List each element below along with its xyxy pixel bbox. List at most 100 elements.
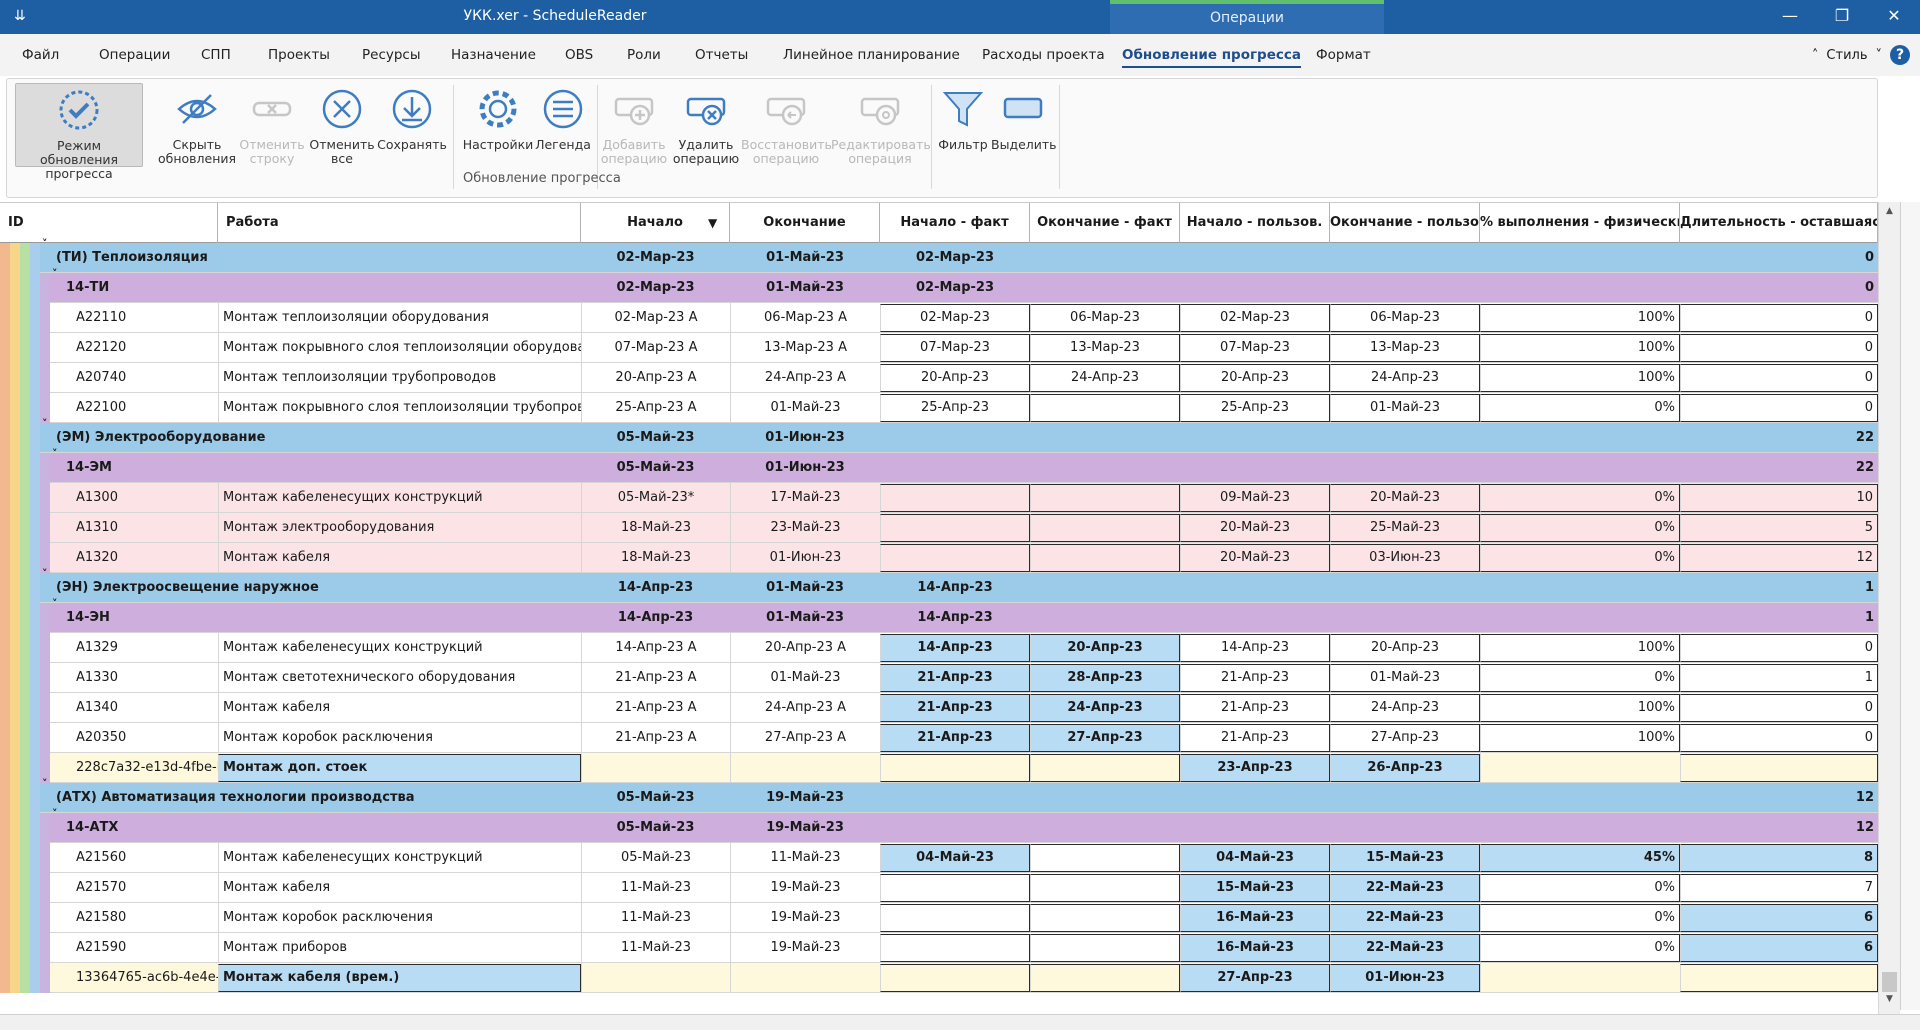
cell-rem[interactable]: 6 [1680, 904, 1878, 932]
cell-finish[interactable]: 11-Май-23 [730, 843, 880, 873]
undo-all-button[interactable]: Отменить все [307, 83, 377, 167]
cell-finish[interactable]: 19-Май-23 [730, 903, 880, 933]
cell-rem[interactable]: 5 [1680, 514, 1878, 542]
cell-name[interactable]: Монтаж кабеля [218, 873, 581, 903]
collapse-toggle-icon[interactable]: ˅ [42, 567, 48, 580]
cell-pct[interactable]: 0% [1480, 874, 1680, 902]
cell-afinish[interactable] [1030, 874, 1180, 902]
cell-ufinish[interactable]: 01-Май-23 [1330, 394, 1480, 422]
wbs-name[interactable]: 14-ЭН [66, 603, 626, 633]
cell-id[interactable]: A21580 [76, 903, 218, 933]
style-label[interactable]: Стиль [1826, 48, 1867, 63]
cell-start[interactable]: 21-Апр-23 A [581, 693, 730, 723]
collapse-ribbon-icon[interactable]: ˄ [1812, 48, 1819, 63]
cell-pct[interactable]: 100% [1480, 364, 1680, 392]
cell-start[interactable]: 02-Мар-23 A [581, 303, 730, 333]
cell-rem[interactable]: 0 [1680, 334, 1878, 362]
cell-actual-start[interactable] [880, 813, 1030, 843]
wbs-row[interactable]: ˅ (ТИ) Теплоизоляция 02-Мар-23 01-Май-23 02-… [0, 237, 1878, 273]
cell-name[interactable]: Монтаж коробок расключения [218, 903, 581, 933]
activity-row[interactable]: A22100 Монтаж покрывного слоя теплоизоляц… [0, 393, 1878, 423]
cell-actual-start[interactable]: 02-Мар-23 [880, 273, 1030, 303]
cell-name[interactable]: Монтаж коробок расключения [218, 723, 581, 753]
cell-afinish[interactable] [1030, 544, 1180, 572]
cell-remaining[interactable]: 22 [1680, 423, 1878, 453]
cell-afinish[interactable] [1030, 754, 1180, 782]
cell-finish[interactable]: 01-Май-23 [730, 243, 880, 273]
edit-activity-button[interactable]: Редактировать операция [831, 83, 931, 167]
cell-ufinish[interactable]: 15-Май-23 [1330, 844, 1480, 872]
cell-id[interactable]: A1329 [76, 633, 218, 663]
cell-pct[interactable]: 0% [1480, 904, 1680, 932]
tab-reports[interactable]: Отчеты [695, 47, 748, 63]
cell-id[interactable]: A22100 [76, 393, 218, 423]
cell-ustart[interactable]: 16-Май-23 [1180, 934, 1330, 962]
column-header-astart[interactable]: Начало - факт [880, 203, 1030, 243]
activity-row[interactable]: A1310 Монтаж электрооборудования 18-Май-23… [0, 513, 1878, 543]
cell-id[interactable]: A1310 [76, 513, 218, 543]
cell-rem[interactable]: 7 [1680, 874, 1878, 902]
cell-actual-start[interactable] [880, 783, 1030, 813]
activity-row[interactable]: A22120 Монтаж покрывного слоя теплоизоляц… [0, 333, 1878, 363]
cell-ufinish[interactable]: 03-Июн-23 [1330, 544, 1480, 572]
column-header-rem[interactable]: Длительность - оставшаяся [1680, 203, 1878, 243]
cell-finish[interactable]: 01-Июн-23 [730, 543, 880, 573]
cell-name[interactable]: Монтаж кабеля (врем.) [218, 964, 581, 992]
cell-name[interactable]: Монтаж теплоизоляции трубопроводов [218, 363, 581, 393]
tab-roles[interactable]: Роли [627, 47, 661, 63]
cell-ufinish[interactable]: 22-Май-23 [1330, 874, 1480, 902]
cell-ufinish[interactable]: 22-Май-23 [1330, 934, 1480, 962]
vertical-scrollbar[interactable]: ▲ ▼ [1878, 202, 1900, 1014]
cell-astart[interactable]: 21-Апр-23 [880, 664, 1030, 692]
help-icon[interactable]: ? [1890, 45, 1910, 65]
cell-astart[interactable]: 25-Апр-23 [880, 394, 1030, 422]
cell-start[interactable]: 14-Апр-23 [581, 573, 730, 603]
cell-name[interactable]: Монтаж приборов [218, 933, 581, 963]
cell-astart[interactable] [880, 544, 1030, 572]
cell-afinish[interactable]: 28-Апр-23 [1030, 664, 1180, 692]
cell-finish[interactable]: 13-Мар-23 A [730, 333, 880, 363]
cell-pct[interactable]: 0% [1480, 934, 1680, 962]
cell-ufinish[interactable]: 20-Апр-23 [1330, 634, 1480, 662]
cell-ustart[interactable]: 25-Апр-23 [1180, 394, 1330, 422]
cell-pct[interactable]: 0% [1480, 544, 1680, 572]
tab-assignment[interactable]: Назначение [451, 47, 536, 63]
cell-ufinish[interactable]: 01-Июн-23 [1330, 964, 1480, 992]
cell-finish[interactable]: 06-Мар-23 A [730, 303, 880, 333]
cell-remaining[interactable]: 1 [1680, 603, 1878, 633]
column-header-pct[interactable]: % выполнения - физический [1480, 203, 1680, 243]
cell-ufinish[interactable]: 24-Апр-23 [1330, 694, 1480, 722]
cell-afinish[interactable] [1030, 844, 1180, 872]
cell-pct[interactable]: 100% [1480, 334, 1680, 362]
cell-pct[interactable]: 100% [1480, 304, 1680, 332]
activity-row[interactable]: A1330 Монтаж светотехнического оборудован… [0, 663, 1878, 693]
cell-ustart[interactable]: 21-Апр-23 [1180, 664, 1330, 692]
cell-start[interactable]: 05-Май-23 [581, 843, 730, 873]
collapse-toggle-icon[interactable]: ˅ [52, 447, 58, 460]
cell-afinish[interactable] [1030, 514, 1180, 542]
sort-descending-icon[interactable]: ▼ [708, 216, 717, 230]
cell-finish[interactable]: 01-Май-23 [730, 663, 880, 693]
cell-astart[interactable] [880, 514, 1030, 542]
cell-afinish[interactable] [1030, 394, 1180, 422]
cell-start[interactable]: 21-Апр-23 A [581, 663, 730, 693]
wbs-name[interactable]: 14-АТХ [66, 813, 626, 843]
close-button[interactable]: ✕ [1868, 0, 1920, 34]
add-activity-button[interactable]: Добавить операцию [597, 83, 671, 167]
cell-pct[interactable] [1480, 753, 1680, 783]
cell-finish[interactable]: 01-Май-23 [730, 273, 880, 303]
cell-astart[interactable]: 14-Апр-23 [880, 634, 1030, 662]
cell-remaining[interactable]: 1 [1680, 573, 1878, 603]
cell-ustart[interactable]: 20-Май-23 [1180, 514, 1330, 542]
cell-astart[interactable] [880, 754, 1030, 782]
cell-start[interactable] [581, 753, 730, 783]
cell-start[interactable]: 11-Май-23 [581, 873, 730, 903]
cell-finish[interactable]: 01-Май-23 [730, 573, 880, 603]
hide-updates-button[interactable]: Скрыть обновления [157, 83, 237, 167]
cell-name[interactable]: Монтаж кабеленесущих конструкций [218, 843, 581, 873]
wbs-row[interactable]: ˅ 14-ЭМ 05-Май-23 01-Июн-23 22 [0, 447, 1878, 483]
cell-finish[interactable]: 24-Апр-23 A [730, 363, 880, 393]
cell-pct[interactable]: 0% [1480, 394, 1680, 422]
cell-start[interactable]: 11-Май-23 [581, 903, 730, 933]
minimize-button[interactable]: — [1764, 0, 1816, 34]
